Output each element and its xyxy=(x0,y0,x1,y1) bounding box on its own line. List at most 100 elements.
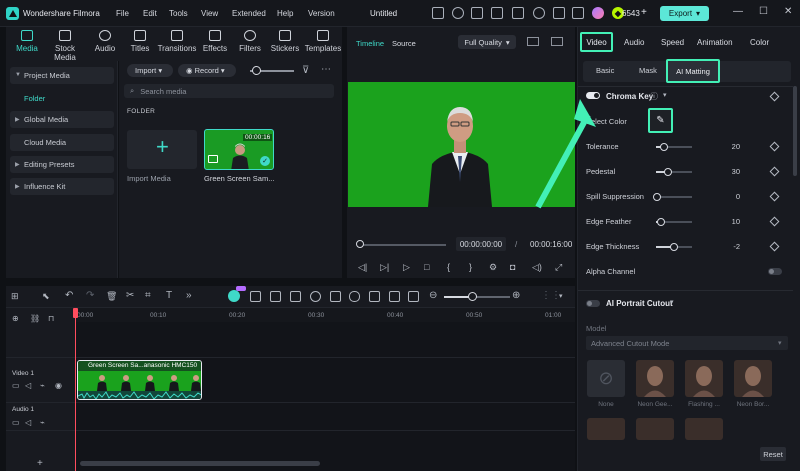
mail-icon[interactable] xyxy=(512,7,524,19)
panel-scrollbar[interactable] xyxy=(793,86,797,176)
link-icon[interactable]: ⛓ xyxy=(30,314,40,323)
search-input[interactable]: ⌕ Search media xyxy=(124,84,334,98)
tab-templates[interactable]: Templates xyxy=(303,30,343,53)
param-slider-knob[interactable] xyxy=(653,193,661,201)
tab-audio-props[interactable]: Audio xyxy=(624,38,644,47)
menu-version[interactable]: Version xyxy=(308,9,335,18)
mic-icon[interactable] xyxy=(349,291,360,302)
tab-speed[interactable]: Speed xyxy=(661,38,684,47)
playhead[interactable] xyxy=(75,308,76,471)
avatar[interactable] xyxy=(592,7,604,19)
cutout-option-none[interactable]: ⊘ xyxy=(587,360,625,397)
split-icon[interactable]: ✂ xyxy=(126,290,134,301)
param-slider[interactable] xyxy=(656,218,692,226)
cutout-option-more[interactable] xyxy=(636,418,674,440)
sidebar-item-global-media[interactable]: ▶ Global Media xyxy=(10,111,114,128)
close-icon[interactable]: ✕ xyxy=(784,6,792,17)
step-back-icon[interactable]: ▷| xyxy=(380,262,389,273)
minimize-icon[interactable]: — xyxy=(733,6,743,17)
maximize-icon[interactable]: ☐ xyxy=(759,6,768,17)
zoom-slider[interactable] xyxy=(444,296,510,298)
quality-dropdown[interactable]: Full Quality ▾ xyxy=(458,35,516,49)
screen-icon[interactable] xyxy=(491,7,503,19)
chevron-down-icon[interactable]: ▾ xyxy=(670,298,674,306)
gift-icon[interactable] xyxy=(432,7,444,19)
prev-frame-icon[interactable]: ◁| xyxy=(358,262,367,273)
subtab-mask[interactable]: Mask xyxy=(639,66,657,75)
param-slider[interactable] xyxy=(656,143,692,151)
cutout-option-flashing[interactable] xyxy=(685,360,723,397)
add-track-icon[interactable]: ⊕ xyxy=(12,314,19,323)
volume-icon[interactable]: ◁) xyxy=(532,262,542,273)
sidebar-item-influence-kit[interactable]: ▶ Influence Kit xyxy=(10,178,114,195)
param-slider-knob[interactable] xyxy=(663,168,672,176)
track-folder-icon[interactable]: ▭ xyxy=(12,381,20,390)
chevron-down-icon[interactable]: ▾ xyxy=(559,292,563,300)
menu-edit[interactable]: Edit xyxy=(143,9,157,18)
param-slider[interactable] xyxy=(656,243,692,251)
stop-icon[interactable]: □ xyxy=(424,262,429,272)
subtab-ai-matting[interactable]: AI Matting xyxy=(666,59,720,83)
cutout-option-more[interactable] xyxy=(587,418,625,440)
audio-mixer-icon[interactable] xyxy=(369,291,380,302)
menu-view[interactable]: View xyxy=(201,9,218,18)
model-dropdown[interactable]: Advanced Cutout Mode xyxy=(586,336,788,350)
save-icon[interactable] xyxy=(471,7,483,19)
color-picker-button[interactable]: ✎ xyxy=(648,108,673,133)
bulb-icon[interactable] xyxy=(452,7,464,19)
tab-timeline[interactable]: Timeline xyxy=(356,39,384,48)
sidebar-item-cloud-media[interactable]: Cloud Media xyxy=(10,134,114,151)
tab-effects[interactable]: Effects xyxy=(196,30,234,53)
fullscreen-icon[interactable]: ⤢ xyxy=(555,262,562,273)
record-dropdown[interactable]: ◉ Record ▾ xyxy=(178,64,236,77)
track-lock-icon[interactable]: ⌁ xyxy=(40,381,45,390)
tab-stock-media[interactable]: Stock Media xyxy=(43,30,87,62)
redo-icon[interactable]: ↷ xyxy=(86,290,94,301)
sidebar-item-editing-presets[interactable]: ▶ Editing Presets xyxy=(10,156,114,173)
settings-icon[interactable]: ⚙ xyxy=(489,262,497,273)
ai-assistant-icon[interactable] xyxy=(228,290,240,302)
more-options-icon[interactable]: ⋯ xyxy=(321,64,331,75)
tab-titles[interactable]: Titles xyxy=(121,30,159,53)
export-button[interactable]: Export ▾ xyxy=(660,6,709,21)
add-credits-icon[interactable]: + xyxy=(641,7,647,18)
cutout-option-neon-bor[interactable] xyxy=(734,360,772,397)
play-icon[interactable]: ▷ xyxy=(403,262,410,273)
param-value[interactable]: 30 xyxy=(722,167,740,176)
zoom-out-icon[interactable]: ⊖ xyxy=(429,290,437,301)
cutout-option-neon-gee[interactable] xyxy=(636,360,674,397)
track-visibility-icon[interactable]: ◉ xyxy=(55,381,62,390)
playhead-handle[interactable] xyxy=(73,308,78,318)
sidebar-item-project-media[interactable]: ▼ Project Media xyxy=(10,67,114,84)
param-value[interactable]: 10 xyxy=(722,217,740,226)
param-slider[interactable] xyxy=(656,168,692,176)
pip-icon[interactable] xyxy=(408,291,419,302)
tab-video[interactable]: Video xyxy=(580,32,613,52)
mark-out-icon[interactable]: } xyxy=(469,262,472,272)
portrait-cutout-toggle[interactable] xyxy=(586,300,600,307)
tab-audio[interactable]: Audio xyxy=(86,30,124,53)
track-folder-icon[interactable]: ▭ xyxy=(12,418,20,427)
param-value[interactable]: 20 xyxy=(722,142,740,151)
thumbnail-size-knob[interactable] xyxy=(252,66,261,75)
import-dropdown[interactable]: Import ▾ xyxy=(127,64,173,77)
magnet-icon[interactable]: ⊓ xyxy=(48,314,54,323)
snapshot-icon[interactable] xyxy=(527,37,539,46)
display-icon[interactable] xyxy=(551,37,563,46)
ai-tool-icon[interactable] xyxy=(250,291,261,302)
add-track-plus-icon[interactable]: + xyxy=(37,458,43,469)
param-value[interactable]: 0 xyxy=(722,192,740,201)
download-icon[interactable] xyxy=(572,7,584,19)
menu-tools[interactable]: Tools xyxy=(169,9,188,18)
subtab-basic[interactable]: Basic xyxy=(596,66,614,75)
apps-grid-icon[interactable] xyxy=(553,7,565,19)
captions-icon[interactable] xyxy=(389,291,400,302)
tab-source[interactable]: Source xyxy=(392,39,416,48)
more-tools-icon[interactable]: » xyxy=(186,290,192,301)
menu-help[interactable]: Help xyxy=(277,9,293,18)
delete-icon[interactable]: 🗑 xyxy=(106,291,117,302)
track-lock-icon[interactable]: ⌁ xyxy=(40,418,45,427)
cutout-option-more[interactable] xyxy=(685,418,723,440)
text-tool-icon[interactable]: T xyxy=(166,290,172,301)
tab-transitions[interactable]: Transitions xyxy=(156,30,198,53)
